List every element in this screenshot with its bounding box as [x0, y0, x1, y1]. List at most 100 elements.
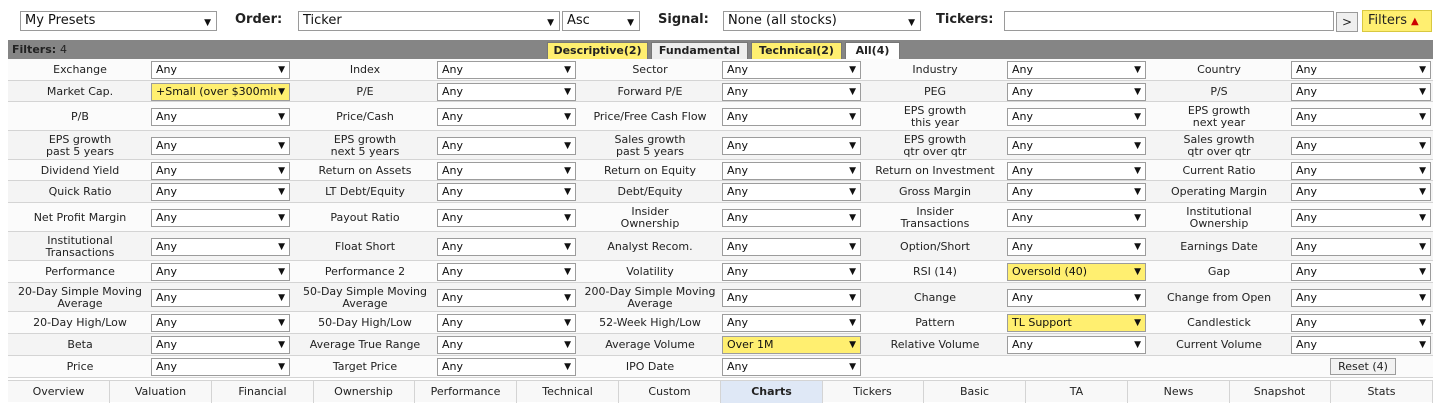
filter-select[interactable]: Any ▼ — [437, 61, 576, 79]
filter-select[interactable]: Any ▼ — [151, 358, 290, 376]
filter-select-value: Any — [1012, 164, 1034, 177]
tab-descriptive[interactable]: Descriptive(2) — [547, 42, 648, 59]
filter-select[interactable]: Any ▼ — [151, 108, 290, 126]
filter-select[interactable]: +Small (over $300mln) ▼ — [151, 83, 290, 101]
view-tab-ta[interactable]: TA — [1026, 381, 1128, 403]
view-tab-ownership[interactable]: Ownership — [313, 381, 415, 403]
filter-select[interactable]: Any ▼ — [1007, 61, 1146, 79]
filter-select[interactable]: Any ▼ — [722, 137, 861, 155]
filters-toggle-label: Filters — [1368, 13, 1407, 28]
filter-select[interactable]: Any ▼ — [437, 183, 576, 201]
chevron-down-icon: ▼ — [1132, 84, 1141, 100]
filter-select[interactable]: Any ▼ — [437, 238, 576, 256]
filter-select[interactable]: Any ▼ — [722, 83, 861, 101]
filter-select[interactable]: Any ▼ — [722, 263, 861, 281]
filter-select[interactable]: Any ▼ — [1291, 209, 1431, 227]
filter-select[interactable]: Any ▼ — [722, 238, 861, 256]
view-tab-news[interactable]: News — [1128, 381, 1230, 403]
filter-select[interactable]: Any ▼ — [151, 162, 290, 180]
chevron-down-icon: ▼ — [562, 84, 571, 100]
filter-select[interactable]: Any ▼ — [437, 263, 576, 281]
filter-select[interactable]: Any ▼ — [437, 83, 576, 101]
filter-select[interactable]: Any ▼ — [1291, 289, 1431, 307]
tickers-input[interactable] — [1004, 11, 1334, 31]
view-tab-overview[interactable]: Overview — [8, 381, 110, 403]
filter-select[interactable]: Any ▼ — [437, 289, 576, 307]
filter-label: Beta — [67, 338, 93, 351]
reset-button[interactable]: Reset (4) — [1330, 358, 1396, 375]
preset-select[interactable]: My Presets ▼ — [20, 11, 217, 31]
filter-select[interactable]: Any ▼ — [437, 137, 576, 155]
view-tab-performance[interactable]: Performance — [415, 381, 517, 403]
view-tab-charts[interactable]: Charts — [721, 381, 823, 403]
chevron-down-icon: ▼ — [847, 315, 856, 331]
tickers-label: Tickers: — [936, 12, 994, 27]
filter-select-value: Any — [156, 316, 178, 329]
filter-select[interactable]: Any ▼ — [1007, 238, 1146, 256]
filter-select[interactable]: Any ▼ — [1291, 263, 1431, 281]
filter-select[interactable]: Any ▼ — [722, 289, 861, 307]
filter-select[interactable]: Any ▼ — [437, 108, 576, 126]
filter-select[interactable]: Any ▼ — [1007, 336, 1146, 354]
filter-select[interactable]: Any ▼ — [151, 137, 290, 155]
direction-select[interactable]: Asc ▼ — [562, 11, 640, 31]
view-tab-financial[interactable]: Financial — [212, 381, 314, 403]
view-tab-stats[interactable]: Stats — [1331, 381, 1433, 403]
filter-select[interactable]: Any ▼ — [1291, 108, 1431, 126]
filter-select[interactable]: Any ▼ — [1291, 183, 1431, 201]
view-tab-tickers[interactable]: Tickers — [822, 381, 924, 403]
filter-select[interactable]: Any ▼ — [151, 238, 290, 256]
filter-select[interactable]: Any ▼ — [437, 358, 576, 376]
filter-select[interactable]: Any ▼ — [722, 108, 861, 126]
filter-select[interactable]: Any ▼ — [151, 263, 290, 281]
view-tab-valuation[interactable]: Valuation — [110, 381, 212, 403]
filter-select[interactable]: Any ▼ — [437, 336, 576, 354]
filter-select[interactable]: Any ▼ — [437, 209, 576, 227]
filter-label: Sales growth past 5 years — [614, 132, 686, 158]
filter-select[interactable]: Any ▼ — [722, 183, 861, 201]
filter-select[interactable]: Any ▼ — [722, 314, 861, 332]
filter-select[interactable]: Any ▼ — [437, 162, 576, 180]
filter-select[interactable]: Any ▼ — [1007, 183, 1146, 201]
filter-row: EPS growth past 5 years Any ▼ EPS growth next… — [8, 131, 1433, 160]
filter-select[interactable]: Any ▼ — [437, 314, 576, 332]
view-tab-snapshot[interactable]: Snapshot — [1229, 381, 1331, 403]
filter-select[interactable]: Any ▼ — [1291, 238, 1431, 256]
filter-select[interactable]: Any ▼ — [722, 162, 861, 180]
filter-select[interactable]: Any ▼ — [722, 209, 861, 227]
tab-all[interactable]: All(4) — [845, 42, 900, 59]
filter-select[interactable]: Any ▼ — [151, 289, 290, 307]
filter-select[interactable]: Any ▼ — [1291, 61, 1431, 79]
filter-select[interactable]: Any ▼ — [151, 183, 290, 201]
filter-select[interactable]: Any ▼ — [151, 209, 290, 227]
filter-select[interactable]: Any ▼ — [1007, 289, 1146, 307]
order-select[interactable]: Ticker ▼ — [298, 11, 560, 31]
filter-select[interactable]: Any ▼ — [722, 61, 861, 79]
filter-select[interactable]: Any ▼ — [722, 358, 861, 376]
filter-select[interactable]: Any ▼ — [1291, 314, 1431, 332]
filter-select[interactable]: Any ▼ — [1291, 162, 1431, 180]
view-tab-basic[interactable]: Basic — [924, 381, 1026, 403]
tickers-go-button[interactable]: > — [1336, 12, 1358, 32]
view-tab-custom[interactable]: Custom — [619, 381, 721, 403]
filter-label: Change from Open — [1166, 290, 1272, 304]
view-tab-technical[interactable]: Technical — [517, 381, 619, 403]
filters-toggle-button[interactable]: Filters ▲ — [1362, 10, 1432, 32]
filter-select[interactable]: Any ▼ — [1007, 137, 1146, 155]
signal-select[interactable]: None (all stocks) ▼ — [723, 11, 921, 31]
filter-select[interactable]: TL Support ▼ — [1007, 314, 1146, 332]
filter-select[interactable]: Any ▼ — [151, 61, 290, 79]
filter-select[interactable]: Any ▼ — [151, 314, 290, 332]
filter-select[interactable]: Any ▼ — [1291, 83, 1431, 101]
filter-select[interactable]: Any ▼ — [1007, 162, 1146, 180]
tab-technical[interactable]: Technical(2) — [751, 42, 842, 59]
filter-select[interactable]: Any ▼ — [1291, 336, 1431, 354]
filter-select[interactable]: Any ▼ — [1007, 83, 1146, 101]
filter-select[interactable]: Any ▼ — [1291, 137, 1431, 155]
tab-fundamental[interactable]: Fundamental — [651, 42, 748, 59]
filter-select[interactable]: Oversold (40) ▼ — [1007, 263, 1146, 281]
filter-select[interactable]: Any ▼ — [1007, 108, 1146, 126]
filter-select[interactable]: Any ▼ — [151, 336, 290, 354]
filter-select[interactable]: Any ▼ — [1007, 209, 1146, 227]
filter-select[interactable]: Over 1M ▼ — [722, 336, 861, 354]
